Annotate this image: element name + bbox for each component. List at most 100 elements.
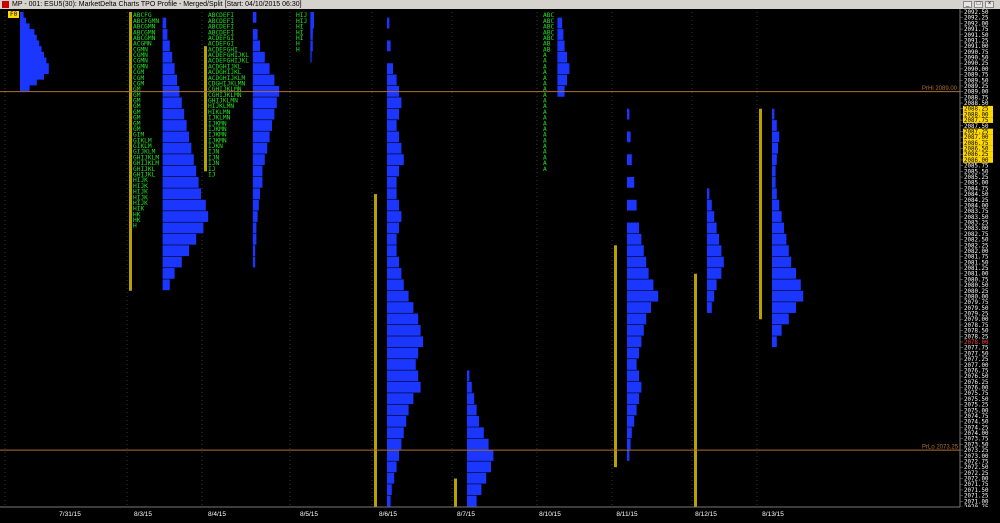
profile-bar [627, 438, 631, 450]
profile-bar [252, 131, 270, 143]
profile-bar [162, 154, 194, 166]
profile-bar [707, 290, 715, 302]
app-icon [2, 1, 9, 8]
profile-bar [467, 450, 494, 461]
tpo-chart[interactable]: ABCFGABCFGMNABCGMNABCGMNABCGMNACGMNCGMNC… [0, 9, 1000, 523]
profile-bar [772, 324, 782, 336]
profile-bar [252, 12, 257, 23]
profile-bar [387, 199, 399, 211]
profile-bar [387, 154, 404, 166]
profile-bar [252, 97, 277, 109]
profile-bar [310, 51, 312, 63]
profile-bar [772, 268, 796, 279]
maximize-button[interactable]: □ [974, 1, 983, 8]
profile-bar [252, 245, 256, 257]
profile-bar [252, 211, 258, 222]
profile-bar [387, 495, 391, 507]
profile-bar [387, 131, 399, 143]
profile-bar [162, 17, 167, 29]
profile-bar [627, 131, 631, 143]
profile-bar [162, 142, 192, 154]
profile-bar [707, 188, 710, 200]
profile-bar [162, 165, 197, 177]
profile-bar [387, 461, 397, 473]
profile-bar [557, 29, 564, 40]
value-area-bar [759, 108, 762, 320]
minimize-button[interactable]: _ [963, 1, 972, 8]
tpo-letters: H [296, 46, 300, 53]
profile-bar [387, 381, 421, 393]
profile-bar [772, 142, 778, 154]
profile-bar [627, 370, 639, 382]
profile-bar [707, 233, 719, 245]
profile-bar [162, 63, 175, 74]
profile-bar [707, 268, 722, 279]
profile-bar [772, 165, 776, 177]
tpo-letters: IJ [208, 172, 215, 179]
profile-bar [162, 256, 182, 268]
profile-bar [162, 97, 182, 109]
profile-bar [707, 199, 712, 211]
profile-bar [387, 359, 416, 370]
profile-bar [387, 279, 404, 291]
profile-bar [252, 142, 268, 154]
profile-bar [467, 461, 491, 473]
profile-bar [252, 51, 265, 63]
window-titlebar: MP - 001: ESU5(30): MarketDelta Charts T… [0, 0, 1000, 9]
x-tick-label: 8/6/15 [379, 511, 397, 518]
profile-bar [627, 233, 642, 245]
profile-bar [20, 80, 30, 92]
value-area-bar [129, 12, 132, 291]
profile-bar [162, 279, 170, 291]
profile-bar [557, 63, 570, 74]
profile-bar [162, 51, 173, 63]
profile-bar [252, 233, 257, 245]
profile-bar [162, 233, 197, 245]
profile-bar [627, 222, 639, 234]
profile-bar [387, 17, 390, 29]
profile-bar [387, 427, 404, 439]
profile-bar [627, 279, 654, 291]
profile-bar [627, 324, 644, 336]
close-button[interactable]: × [985, 1, 994, 8]
profile-bar [772, 154, 777, 166]
tpo-letters: H [133, 223, 137, 230]
profile-bar [627, 347, 639, 359]
profile-bar [627, 108, 630, 120]
profile-bar [772, 245, 789, 257]
profile-bar [162, 268, 175, 279]
profile-bar [627, 290, 659, 302]
profile-bar [387, 404, 409, 416]
profile-bar [387, 142, 402, 154]
profile-bar [387, 74, 397, 86]
x-tick-label: 8/7/15 [457, 511, 475, 518]
reference-line-label: PrLo 2073.25 [922, 445, 959, 451]
reference-line-label: PrHi 2089.00 [922, 86, 958, 92]
value-area-bar [614, 245, 617, 468]
x-tick-label: 8/4/15 [208, 511, 226, 518]
chart-background [0, 9, 1000, 523]
profile-bar [387, 233, 397, 245]
profile-bar [772, 302, 796, 313]
profile-bar [387, 177, 397, 188]
profile-bar [772, 256, 792, 268]
profile-bar [467, 427, 484, 439]
profile-bar [310, 29, 313, 40]
profile-bar [162, 199, 206, 211]
profile-bar [387, 336, 423, 348]
profile-bar [252, 222, 257, 234]
profile-bar [467, 438, 489, 450]
x-tick-label: 8/11/15 [616, 511, 638, 518]
profile-bar [627, 199, 637, 211]
profile-bar [627, 256, 647, 268]
profile-bar [707, 302, 712, 313]
profile-bar [627, 245, 644, 257]
profile-bar [387, 256, 399, 268]
profile-bar [162, 40, 170, 52]
profile-bar [252, 63, 270, 74]
profile-bar [627, 313, 647, 325]
profile-bar [772, 313, 789, 325]
profile-bar [627, 336, 642, 348]
profile-bar [772, 222, 784, 234]
profile-bar [162, 188, 201, 200]
